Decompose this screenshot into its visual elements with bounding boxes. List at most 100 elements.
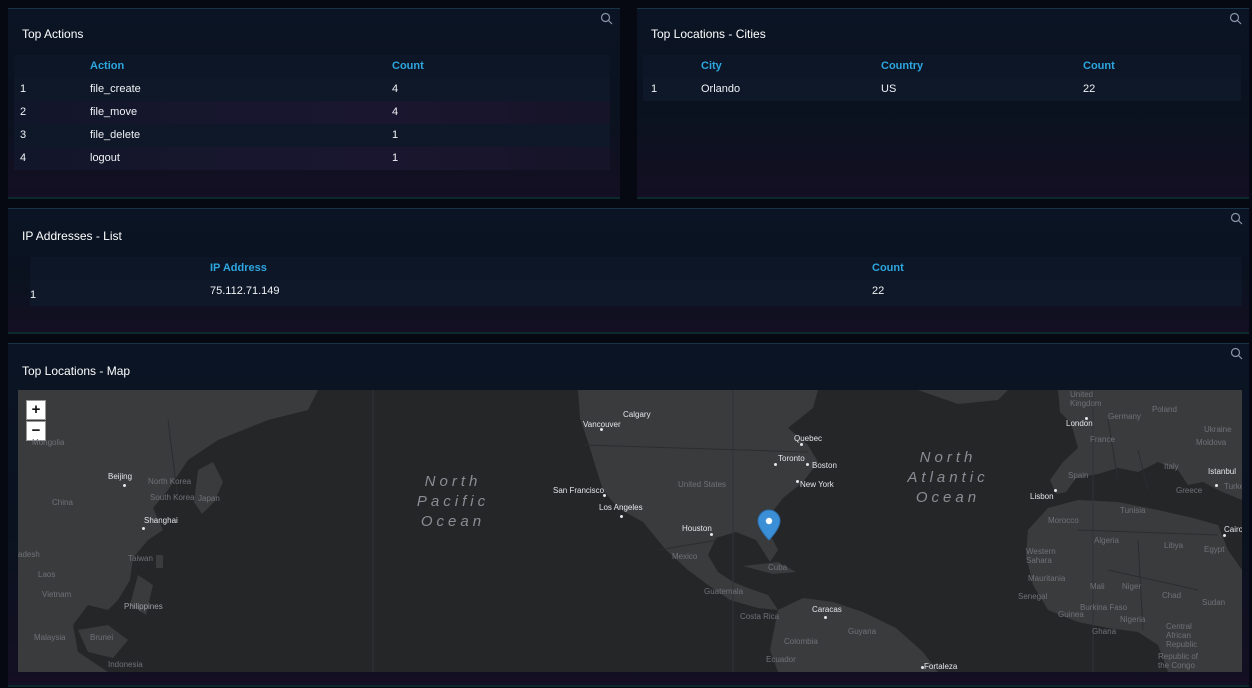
- search-icon[interactable]: [1230, 347, 1244, 361]
- row-count: 22: [872, 285, 885, 297]
- column-header-ip-address[interactable]: IP Address: [210, 257, 267, 280]
- table-row[interactable]: 1 75.112.71.149 22: [30, 280, 1242, 306]
- column-header-action[interactable]: Action: [90, 55, 124, 78]
- map-label-shanghai: Shanghai: [144, 516, 178, 525]
- row-action: file_create: [90, 83, 141, 95]
- row-action: logout: [90, 152, 120, 164]
- map-label-morocco: Morocco: [1048, 516, 1079, 525]
- map-label-taiwan: Taiwan: [128, 554, 153, 563]
- search-icon[interactable]: [600, 12, 614, 26]
- ocean-label-line: Atlantic: [907, 469, 989, 486]
- map-label-tunisia: Tunisia: [1120, 506, 1146, 515]
- city-dot: [824, 616, 827, 619]
- taiwan-landmass: [156, 555, 163, 568]
- table-header-row: IP Address Count: [30, 257, 1242, 280]
- map-label-colombia: Colombia: [784, 637, 818, 646]
- table-row[interactable]: 2 file_move 4: [14, 101, 610, 124]
- map-label-caracas: Caracas: [812, 605, 842, 614]
- search-icon[interactable]: [1230, 212, 1244, 226]
- row-count: 1: [392, 129, 399, 141]
- ocean-label-line: Ocean: [915, 489, 981, 506]
- map-label-spain: Spain: [1068, 471, 1089, 480]
- city-dot: [796, 480, 799, 483]
- map-label-indonesia: Indonesia: [108, 660, 143, 669]
- row-ip-address: 75.112.71.149: [210, 285, 280, 297]
- row-count: 4: [392, 83, 399, 95]
- map-label-nigeria: Nigeria: [1120, 615, 1146, 624]
- column-header-count[interactable]: Count: [392, 55, 424, 78]
- map-label-france: France: [1090, 435, 1115, 444]
- map-label-poland: Poland: [1152, 405, 1177, 414]
- column-header-city[interactable]: City: [701, 55, 722, 78]
- greenland-landmass: [918, 390, 1008, 404]
- zoom-in-button[interactable]: +: [26, 400, 46, 420]
- map-label-bangladesh: adesh: [18, 550, 40, 559]
- panel-title: Top Locations - Cities: [651, 27, 766, 41]
- map-label-fortaleza: Fortaleza: [924, 662, 958, 671]
- map-label-istanbul: Istanbul: [1208, 467, 1237, 476]
- ocean-label-line: North: [919, 449, 977, 466]
- column-header-country[interactable]: Country: [881, 55, 923, 78]
- asia-landmass: [18, 390, 318, 672]
- table-row[interactable]: 1 Orlando US 22: [643, 78, 1241, 101]
- city-dot: [1215, 484, 1218, 487]
- map-label-guyana: Guyana: [848, 627, 877, 636]
- map-label-boston: Boston: [812, 461, 837, 470]
- row-rank: 4: [20, 152, 27, 164]
- world-map[interactable]: + − North Pacific Ocean North Atlantic O…: [18, 390, 1242, 672]
- map-label-mauritania: Mauritania: [1028, 574, 1066, 583]
- map-label-china: China: [52, 498, 73, 507]
- row-count: 22: [1083, 83, 1096, 95]
- map-label-vietnam: Vietnam: [42, 590, 72, 599]
- column-header-count[interactable]: Count: [1083, 55, 1115, 78]
- map-label-south-korea: South Korea: [150, 493, 195, 502]
- japan-landmass: [194, 462, 223, 514]
- map-label-algeria: Algeria: [1094, 536, 1119, 545]
- map-label-toronto: Toronto: [778, 454, 805, 463]
- ip-addresses-table: IP Address Count 1 75.112.71.149 22: [30, 257, 1242, 306]
- top-cities-table: City Country Count 1 Orlando US 22: [643, 55, 1241, 101]
- map-label-houston: Houston: [682, 524, 712, 533]
- map-label-lisbon: Lisbon: [1030, 492, 1054, 501]
- map-label-london: London: [1066, 419, 1093, 428]
- map-label-italy: Italy: [1164, 462, 1179, 471]
- row-action: file_delete: [90, 129, 141, 141]
- panel-title: Top Actions: [22, 27, 84, 41]
- ocean-label-line: Pacific: [416, 493, 490, 510]
- table-row[interactable]: 3 file_delete 1: [14, 124, 610, 147]
- city-dot: [710, 533, 713, 536]
- map-label-ghana: Ghana: [1092, 627, 1117, 636]
- search-icon[interactable]: [1229, 12, 1243, 26]
- map-label-central-african-republic: Central African Republic: [1166, 622, 1198, 649]
- city-dot: [1223, 534, 1226, 537]
- map-label-beijing: Beijing: [108, 472, 133, 481]
- row-count: 1: [392, 152, 399, 164]
- row-action: file_move: [90, 106, 138, 118]
- city-dot: [620, 515, 623, 518]
- map-label-sudan: Sudan: [1202, 598, 1226, 607]
- map-label-japan: Japan: [198, 494, 220, 503]
- city-dot: [142, 527, 145, 530]
- city-dot: [800, 443, 803, 446]
- table-row[interactable]: 4 logout 1: [14, 147, 610, 170]
- map-landmass: [18, 390, 1242, 672]
- row-rank: 1: [651, 83, 658, 95]
- north-atlantic-ocean-label: North Atlantic Ocean: [898, 448, 998, 508]
- north-pacific-ocean-label: North Pacific Ocean: [403, 472, 503, 532]
- city-dot: [1054, 489, 1057, 492]
- map-label-cuba: Cuba: [768, 563, 788, 572]
- map-label-san-francisco: San Francisco: [553, 486, 605, 495]
- map-label-malaysia: Malaysia: [34, 633, 66, 642]
- map-label-germany: Germany: [1108, 412, 1141, 421]
- map-label-senegal: Senegal: [1018, 592, 1048, 601]
- map-label-costa-rica: Costa Rica: [740, 612, 780, 621]
- row-rank: 2: [20, 106, 27, 118]
- city-dot: [806, 463, 809, 466]
- map-label-ukraine: Ukraine: [1204, 425, 1232, 434]
- city-dot: [774, 463, 777, 466]
- panel-title: IP Addresses - List: [22, 229, 122, 243]
- table-row[interactable]: 1 file_create 4: [14, 78, 610, 101]
- map-label-quebec: Quebec: [794, 434, 823, 443]
- column-header-count[interactable]: Count: [872, 257, 904, 280]
- map-label-united-kingdom: United Kingdom: [1070, 390, 1102, 408]
